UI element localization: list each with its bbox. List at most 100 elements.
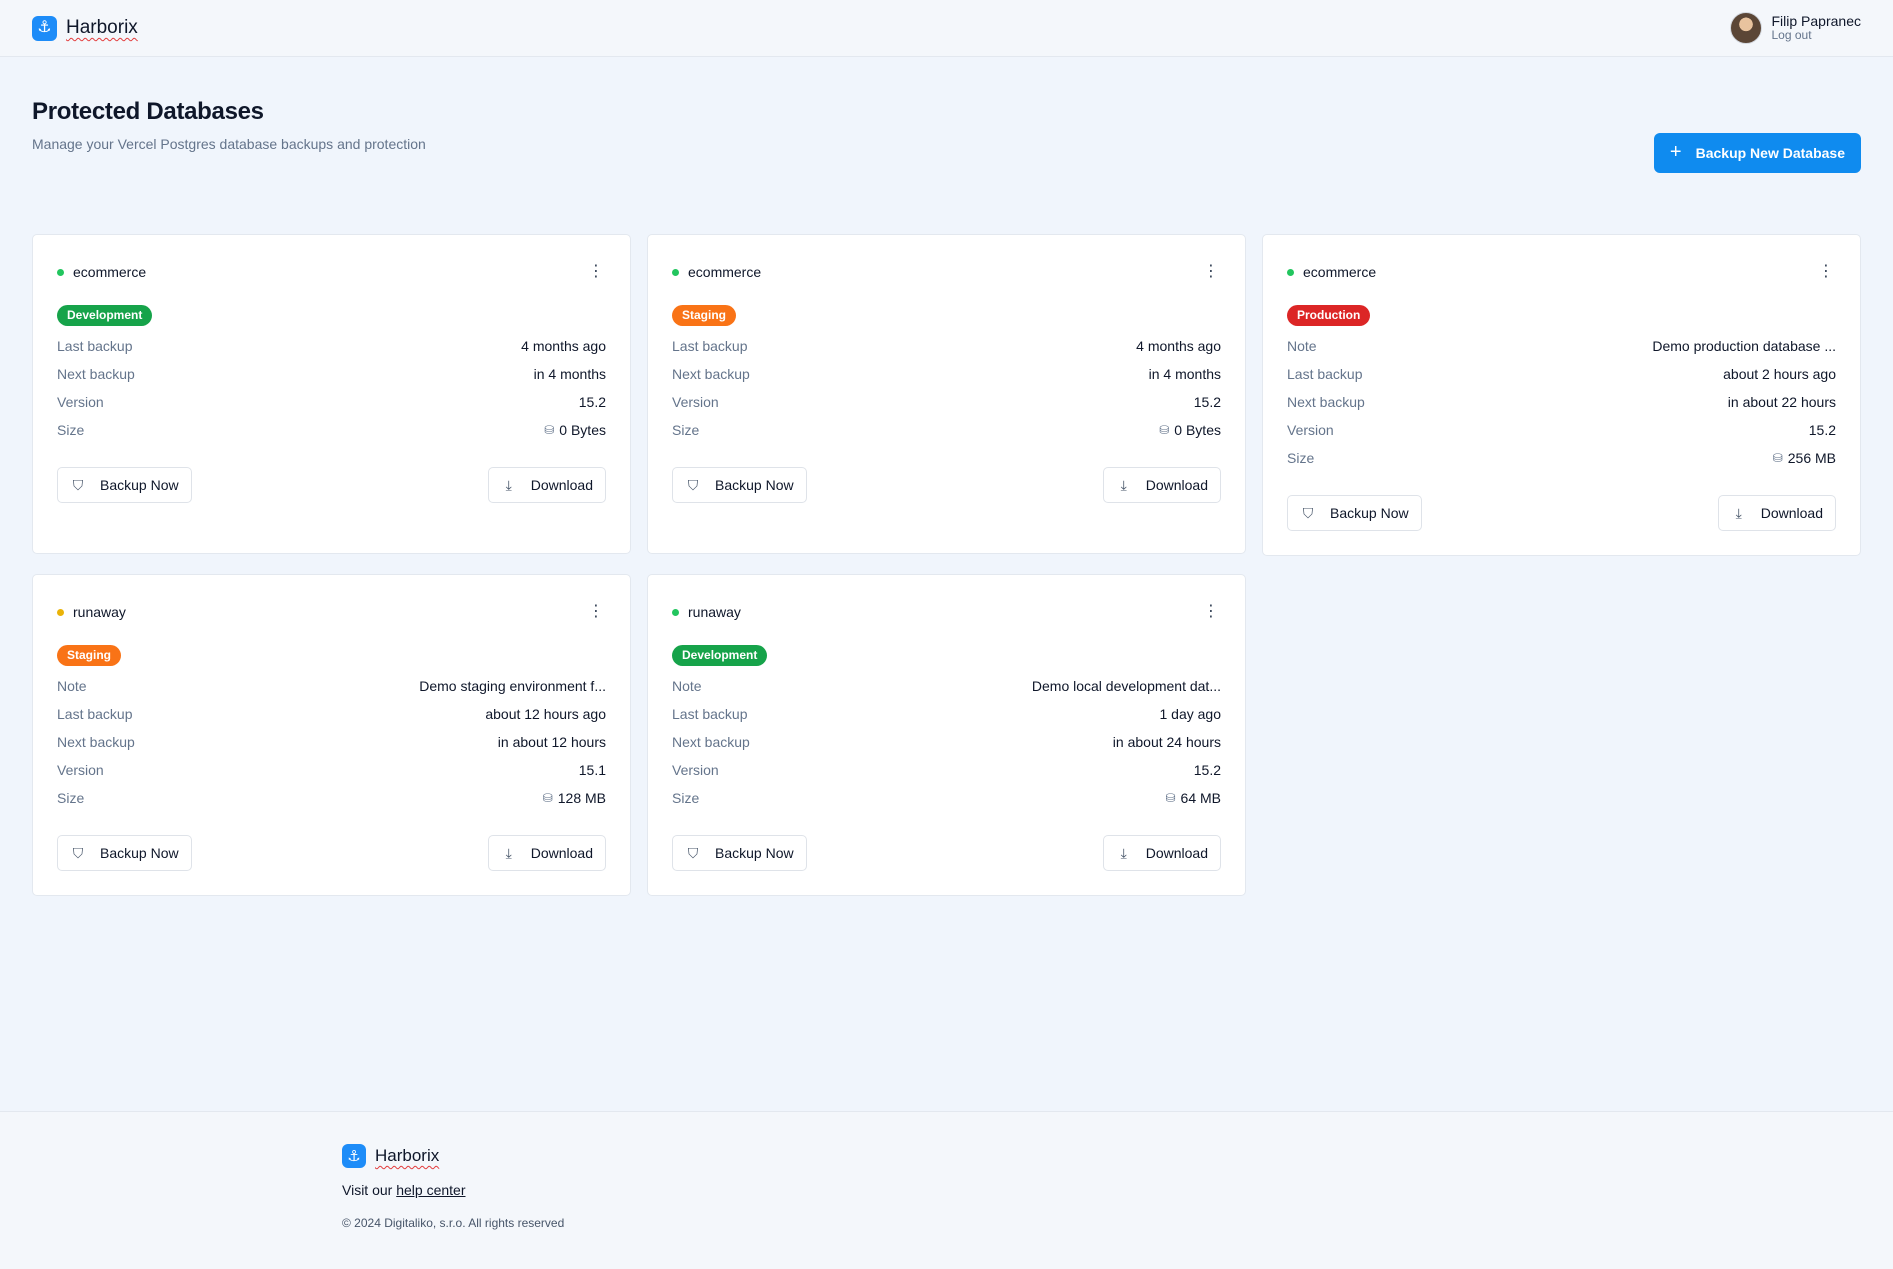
backup-new-database-button[interactable]: + Backup New Database xyxy=(1653,133,1861,173)
backup-now-button[interactable]: ⛉ Backup Now xyxy=(672,467,807,503)
card-actions: ⛉ Backup Now ⤓ Download xyxy=(57,835,606,871)
help-prefix: Visit our xyxy=(342,1182,393,1198)
database-name-label: runaway xyxy=(73,604,126,620)
size-value: 256 MB xyxy=(1787,450,1836,466)
status-dot-icon xyxy=(1287,268,1294,276)
card-header: ecommerce ⋮ xyxy=(672,263,1221,281)
download-button[interactable]: ⤓ Download xyxy=(1717,495,1836,531)
size-row: Size ⛁ 64 MB xyxy=(672,784,1221,812)
download-icon: ⤓ xyxy=(505,476,512,493)
database-icon: ⛁ xyxy=(1159,423,1170,437)
size-label: Size xyxy=(57,422,85,438)
details-list: Note Demo local development dat... Last … xyxy=(672,672,1221,812)
download-button[interactable]: ⤓ Download xyxy=(1102,467,1221,503)
database-name-label: ecommerce xyxy=(1303,264,1377,280)
version-row: Version 15.2 xyxy=(57,388,606,416)
backup-new-database-label: Backup New Database xyxy=(1695,145,1845,161)
avatar[interactable] xyxy=(1729,12,1762,44)
download-icon: ⤓ xyxy=(505,844,512,861)
next-backup-value: in about 24 hours xyxy=(1112,734,1221,750)
backup-now-button[interactable]: ⛉ Backup Now xyxy=(672,835,807,871)
last-backup-value: 4 months ago xyxy=(1136,338,1221,354)
size-value-wrap: ⛁ 128 MB xyxy=(543,790,606,806)
next-backup-value: in about 22 hours xyxy=(1727,394,1836,410)
next-backup-row: Next backup in about 24 hours xyxy=(672,728,1221,756)
user-info: Filip Papranec Log out xyxy=(1772,14,1862,41)
download-label: Download xyxy=(530,845,593,861)
download-button[interactable]: ⤓ Download xyxy=(1102,835,1221,871)
download-label: Download xyxy=(1145,477,1208,493)
details-list: Last backup 4 months ago Next backup in … xyxy=(57,332,606,444)
last-backup-label: Last backup xyxy=(1287,366,1363,382)
download-button[interactable]: ⤓ Download xyxy=(487,835,606,871)
last-backup-row: Last backup about 2 hours ago xyxy=(1287,360,1836,388)
status-dot-icon xyxy=(672,608,679,616)
version-value: 15.2 xyxy=(1193,762,1221,778)
footer-brand-name: Harborix xyxy=(375,1146,440,1165)
next-backup-row: Next backup in 4 months xyxy=(672,360,1221,388)
more-options-icon[interactable]: ⋮ xyxy=(586,262,606,282)
last-backup-value: about 2 hours ago xyxy=(1723,366,1836,382)
more-options-icon[interactable]: ⋮ xyxy=(1816,262,1836,282)
more-options-icon[interactable]: ⋮ xyxy=(1201,262,1221,282)
size-value: 0 Bytes xyxy=(559,422,606,438)
backup-now-button[interactable]: ⛉ Backup Now xyxy=(57,467,192,503)
size-row: Size ⛁ 0 Bytes xyxy=(672,416,1221,444)
shield-icon: ⛉ xyxy=(72,844,84,861)
backup-now-label: Backup Now xyxy=(715,845,794,861)
card-header: ecommerce ⋮ xyxy=(1287,263,1836,281)
environment-badge: Staging xyxy=(672,305,736,326)
last-backup-label: Last backup xyxy=(672,338,748,354)
database-icon: ⛁ xyxy=(542,791,553,805)
next-backup-value: in about 12 hours xyxy=(497,734,606,750)
database-icon: ⛁ xyxy=(1165,791,1176,805)
size-label: Size xyxy=(57,790,85,806)
brand-name: Harborix xyxy=(66,17,138,38)
download-button[interactable]: ⤓ Download xyxy=(487,467,606,503)
note-row: Note Demo local development dat... xyxy=(672,672,1221,700)
database-icon: ⛁ xyxy=(544,423,555,437)
version-label: Version xyxy=(1287,422,1334,438)
card-actions: ⛉ Backup Now ⤓ Download xyxy=(672,467,1221,503)
next-backup-row: Next backup in 4 months xyxy=(57,360,606,388)
download-icon: ⤓ xyxy=(1120,844,1127,861)
copyright: © 2024 Digitaliko, s.r.o. All rights res… xyxy=(342,1216,565,1230)
database-name: ecommerce xyxy=(672,264,761,280)
backup-now-button[interactable]: ⛉ Backup Now xyxy=(57,835,192,871)
size-value-wrap: ⛁ 0 Bytes xyxy=(544,422,606,438)
last-backup-row: Last backup 1 day ago xyxy=(672,700,1221,728)
database-name: ecommerce xyxy=(1287,264,1376,280)
more-options-icon[interactable]: ⋮ xyxy=(1201,602,1221,622)
version-label: Version xyxy=(57,762,104,778)
note-label: Note xyxy=(672,678,702,694)
shield-icon: ⛉ xyxy=(687,476,699,493)
note-value: Demo staging environment f... xyxy=(419,678,606,694)
database-card: ecommerce ⋮ Production Note Demo product… xyxy=(1262,234,1861,556)
page-heading: Protected Databases Manage your Vercel P… xyxy=(32,93,426,152)
size-value-wrap: ⛁ 64 MB xyxy=(1165,790,1221,806)
card-header: ecommerce ⋮ xyxy=(57,263,606,281)
size-label: Size xyxy=(1287,450,1315,466)
size-row: Size ⛁ 0 Bytes xyxy=(57,416,606,444)
details-list: Note Demo staging environment f... Last … xyxy=(57,672,606,812)
database-grid: ecommerce ⋮ Development Last backup 4 mo… xyxy=(0,234,1893,896)
footer-brand[interactable]: ⚓ Harborix xyxy=(342,1144,1893,1168)
version-row: Version 15.1 xyxy=(57,756,606,784)
details-list: Last backup 4 months ago Next backup in … xyxy=(672,332,1221,444)
download-label: Download xyxy=(1145,845,1208,861)
backup-now-button[interactable]: ⛉ Backup Now xyxy=(1287,495,1422,531)
more-options-icon[interactable]: ⋮ xyxy=(586,602,606,622)
logout-link[interactable]: Log out xyxy=(1772,29,1862,42)
last-backup-row: Last backup 4 months ago xyxy=(672,332,1221,360)
environment-badge: Production xyxy=(1287,305,1371,326)
help-center-link[interactable]: help center xyxy=(396,1182,465,1198)
version-row: Version 15.2 xyxy=(672,756,1221,784)
page-title: Protected Databases xyxy=(32,98,264,125)
note-label: Note xyxy=(1287,338,1317,354)
size-value-wrap: ⛁ 256 MB xyxy=(1773,450,1836,466)
status-dot-icon xyxy=(57,268,64,276)
brand[interactable]: ⚓ Harborix xyxy=(32,15,138,41)
last-backup-value: about 12 hours ago xyxy=(485,706,606,722)
note-row: Note Demo production database ... xyxy=(1287,332,1836,360)
next-backup-value: in 4 months xyxy=(1148,366,1221,382)
